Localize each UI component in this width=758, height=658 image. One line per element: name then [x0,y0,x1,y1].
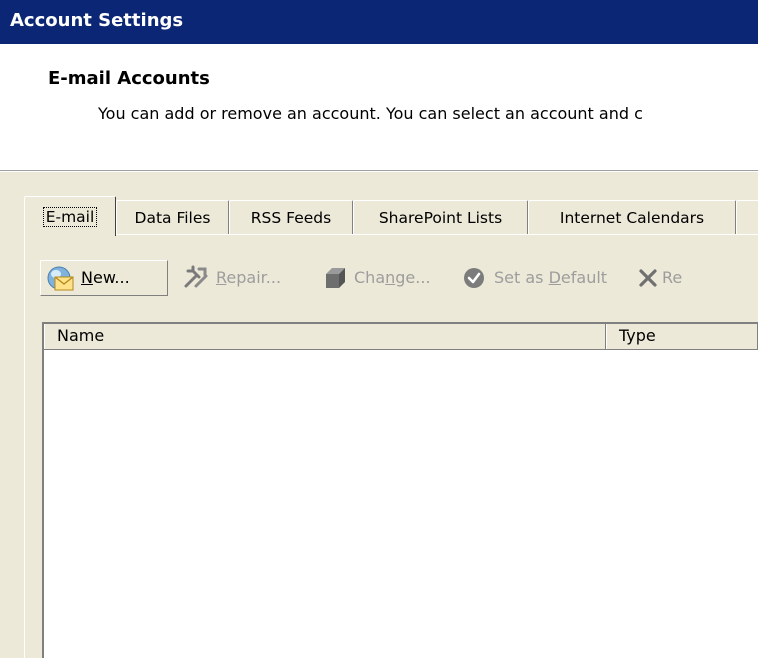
dialog-body: E-mail Data Files RSS Feeds SharePoint L… [0,172,758,658]
set-as-default-button-label: Set as Default [494,268,608,287]
set-as-default-button[interactable]: Set as Default [454,260,618,296]
column-header-name[interactable]: Name [44,324,606,349]
tab-rss-feeds[interactable]: RSS Feeds [229,200,353,234]
column-header-type-label: Type [619,326,656,345]
repair-button-label: Repair... [216,268,282,287]
list-column-header: Name Type [44,324,758,350]
tab-sharepoint-lists[interactable]: SharePoint Lists [353,200,528,234]
tab-data-files[interactable]: Data Files [116,200,229,234]
header-panel: E-mail Accounts You can add or remove an… [0,44,758,170]
checkmark-circle-icon [464,268,484,288]
change-button-label: Change... [354,268,431,287]
new-mail-account-icon [47,266,74,291]
title-bar[interactable]: Account Settings [0,0,758,44]
repair-tools-icon [184,265,208,288]
change-icon [326,268,345,288]
remove-button-label: Re [662,268,683,287]
accounts-list[interactable]: Name Type [42,322,758,658]
window-title: Account Settings [10,10,184,31]
new-button-label: New... [81,268,130,287]
change-button[interactable]: Change... [314,260,448,296]
tab-next-partial[interactable] [736,200,758,234]
new-button[interactable]: New... [40,260,168,296]
account-settings-window: Account Settings E-mail Accounts You can… [0,0,758,658]
column-header-name-label: Name [57,326,105,345]
section-description: You can add or remove an account. You ca… [98,104,643,123]
tab-email[interactable]: E-mail [24,196,116,236]
tab-label: E-mail [42,207,98,227]
repair-button[interactable]: Repair... [176,260,306,296]
section-title: E-mail Accounts [48,68,210,89]
account-toolbar: New... Repair... Change... Set as Defaul… [40,260,758,296]
column-header-type[interactable]: Type [606,324,758,349]
tab-label: RSS Feeds [250,209,332,227]
tab-strip: E-mail Data Files RSS Feeds SharePoint L… [24,196,758,236]
remove-button[interactable]: Re [628,260,758,296]
tab-label: SharePoint Lists [378,209,503,227]
tab-label: Data Files [134,209,211,227]
tab-internet-calendars[interactable]: Internet Calendars [528,200,736,234]
tab-label: Internet Calendars [559,209,705,227]
remove-x-icon [639,269,657,287]
